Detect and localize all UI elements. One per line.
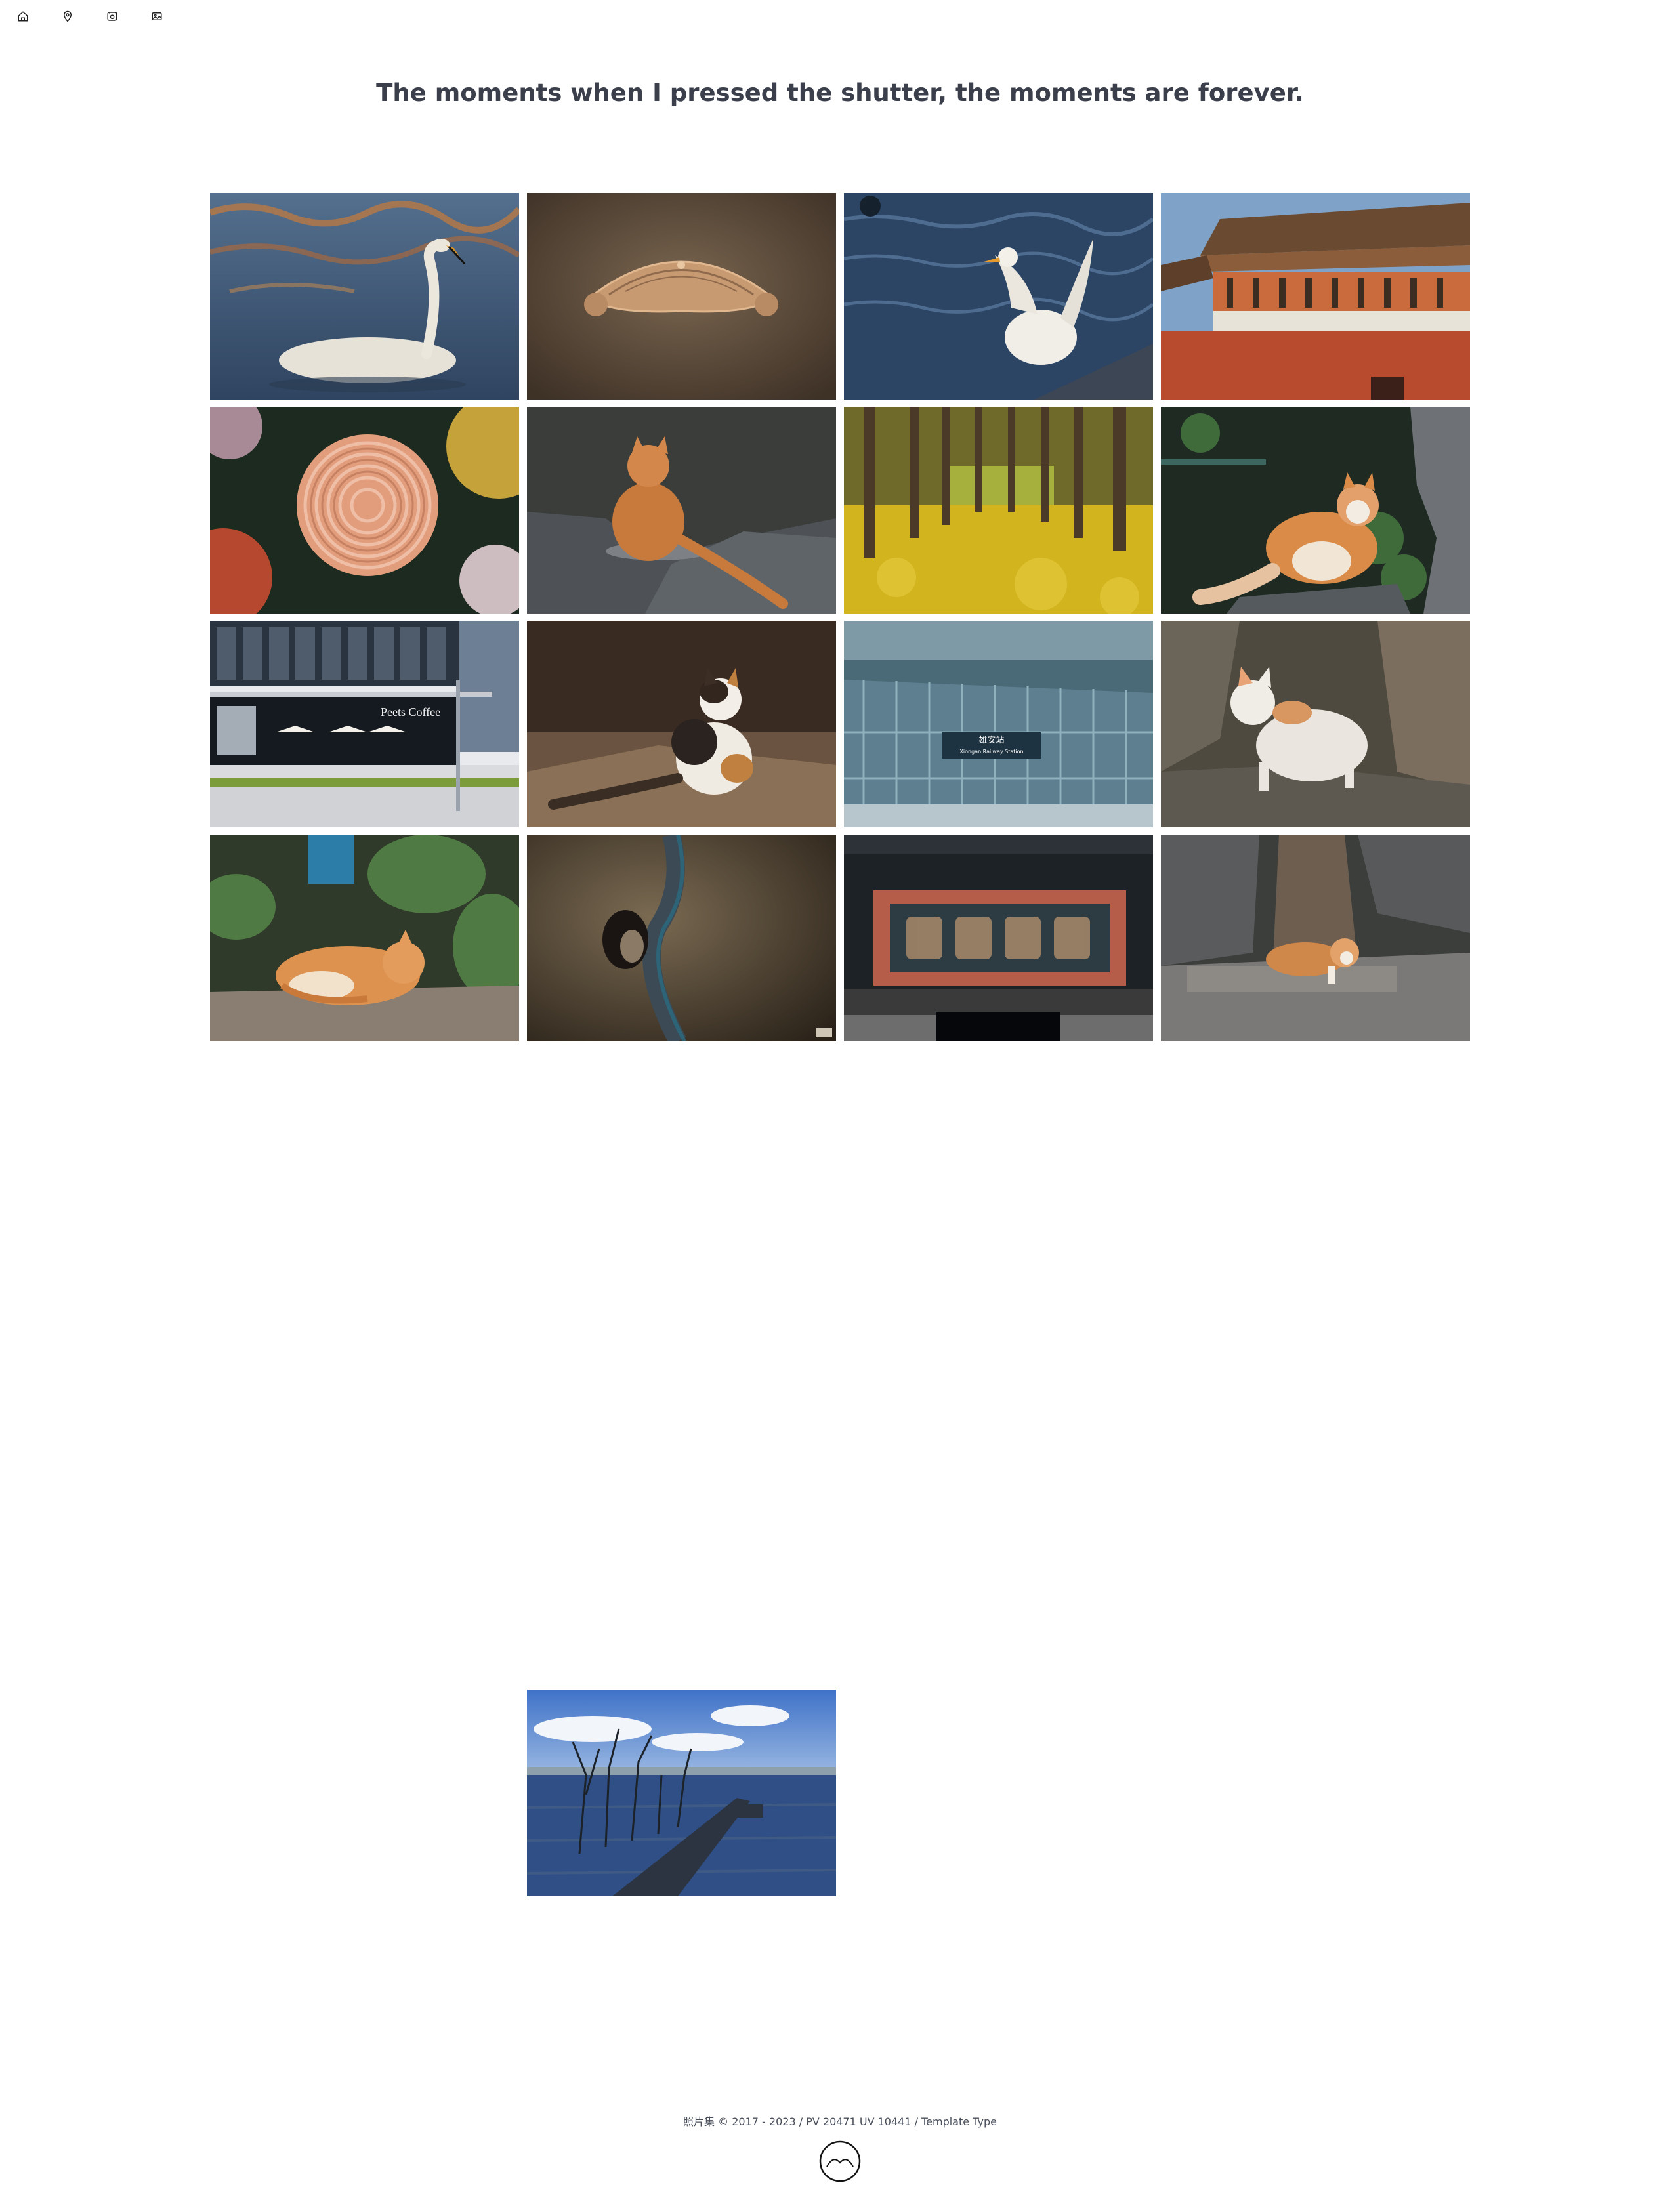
station-sign-en: Xiongan Railway Station [959, 749, 1023, 755]
photo-carved-plaque[interactable] [844, 835, 1153, 1041]
footer-stats: PV 20471 UV 10441 [806, 2115, 912, 2128]
photo-swan[interactable] [210, 193, 519, 400]
photo-cat-on-rock[interactable] [527, 407, 836, 614]
map-pin-icon[interactable] [60, 9, 75, 24]
photo-calico-cat[interactable] [527, 621, 836, 827]
photo-coffee-shop[interactable]: Peets Coffee [210, 621, 519, 827]
photo-ginkgo-forest[interactable] [844, 407, 1153, 614]
footer-brand: 照片集 [683, 2115, 715, 2128]
camera-icon[interactable] [105, 9, 119, 24]
photo-carved-ornament[interactable] [527, 193, 836, 400]
photo-cat-by-tree[interactable] [1161, 835, 1470, 1041]
footer-logo [819, 2140, 861, 2182]
page-headline: The moments when I pressed the shutter, … [376, 79, 1304, 107]
top-nav [16, 9, 164, 24]
footer-copyright: © 2017 - 2023 [718, 2115, 796, 2128]
footer-template-link[interactable]: Template Type [921, 2115, 997, 2128]
photo-white-cat[interactable] [1161, 621, 1470, 827]
photo-chrysanthemum[interactable] [210, 407, 519, 614]
footer-separator: / [799, 2115, 803, 2128]
photo-lake-pier[interactable] [527, 1690, 836, 1896]
photo-grid: Peets Coffee 雄安站 Xiongan Railway Station [210, 193, 1470, 1041]
photo-abstract[interactable] [527, 835, 836, 1041]
photo-cat-in-garden[interactable] [1161, 407, 1470, 614]
photo-sleeping-cat[interactable] [210, 835, 519, 1041]
photo-palace[interactable] [1161, 193, 1470, 400]
photo-railway-station[interactable]: 雄安站 Xiongan Railway Station [844, 621, 1153, 827]
storefront-sign: Peets Coffee [381, 705, 440, 718]
home-icon[interactable] [16, 9, 30, 24]
station-sign-cn: 雄安站 [978, 736, 1004, 745]
footer: 照片集 © 2017 - 2023 / PV 20471 UV 10441 / … [0, 2113, 1680, 2129]
photo-duck[interactable] [844, 193, 1153, 400]
image-icon[interactable] [150, 9, 164, 24]
footer-separator: / [914, 2115, 918, 2128]
